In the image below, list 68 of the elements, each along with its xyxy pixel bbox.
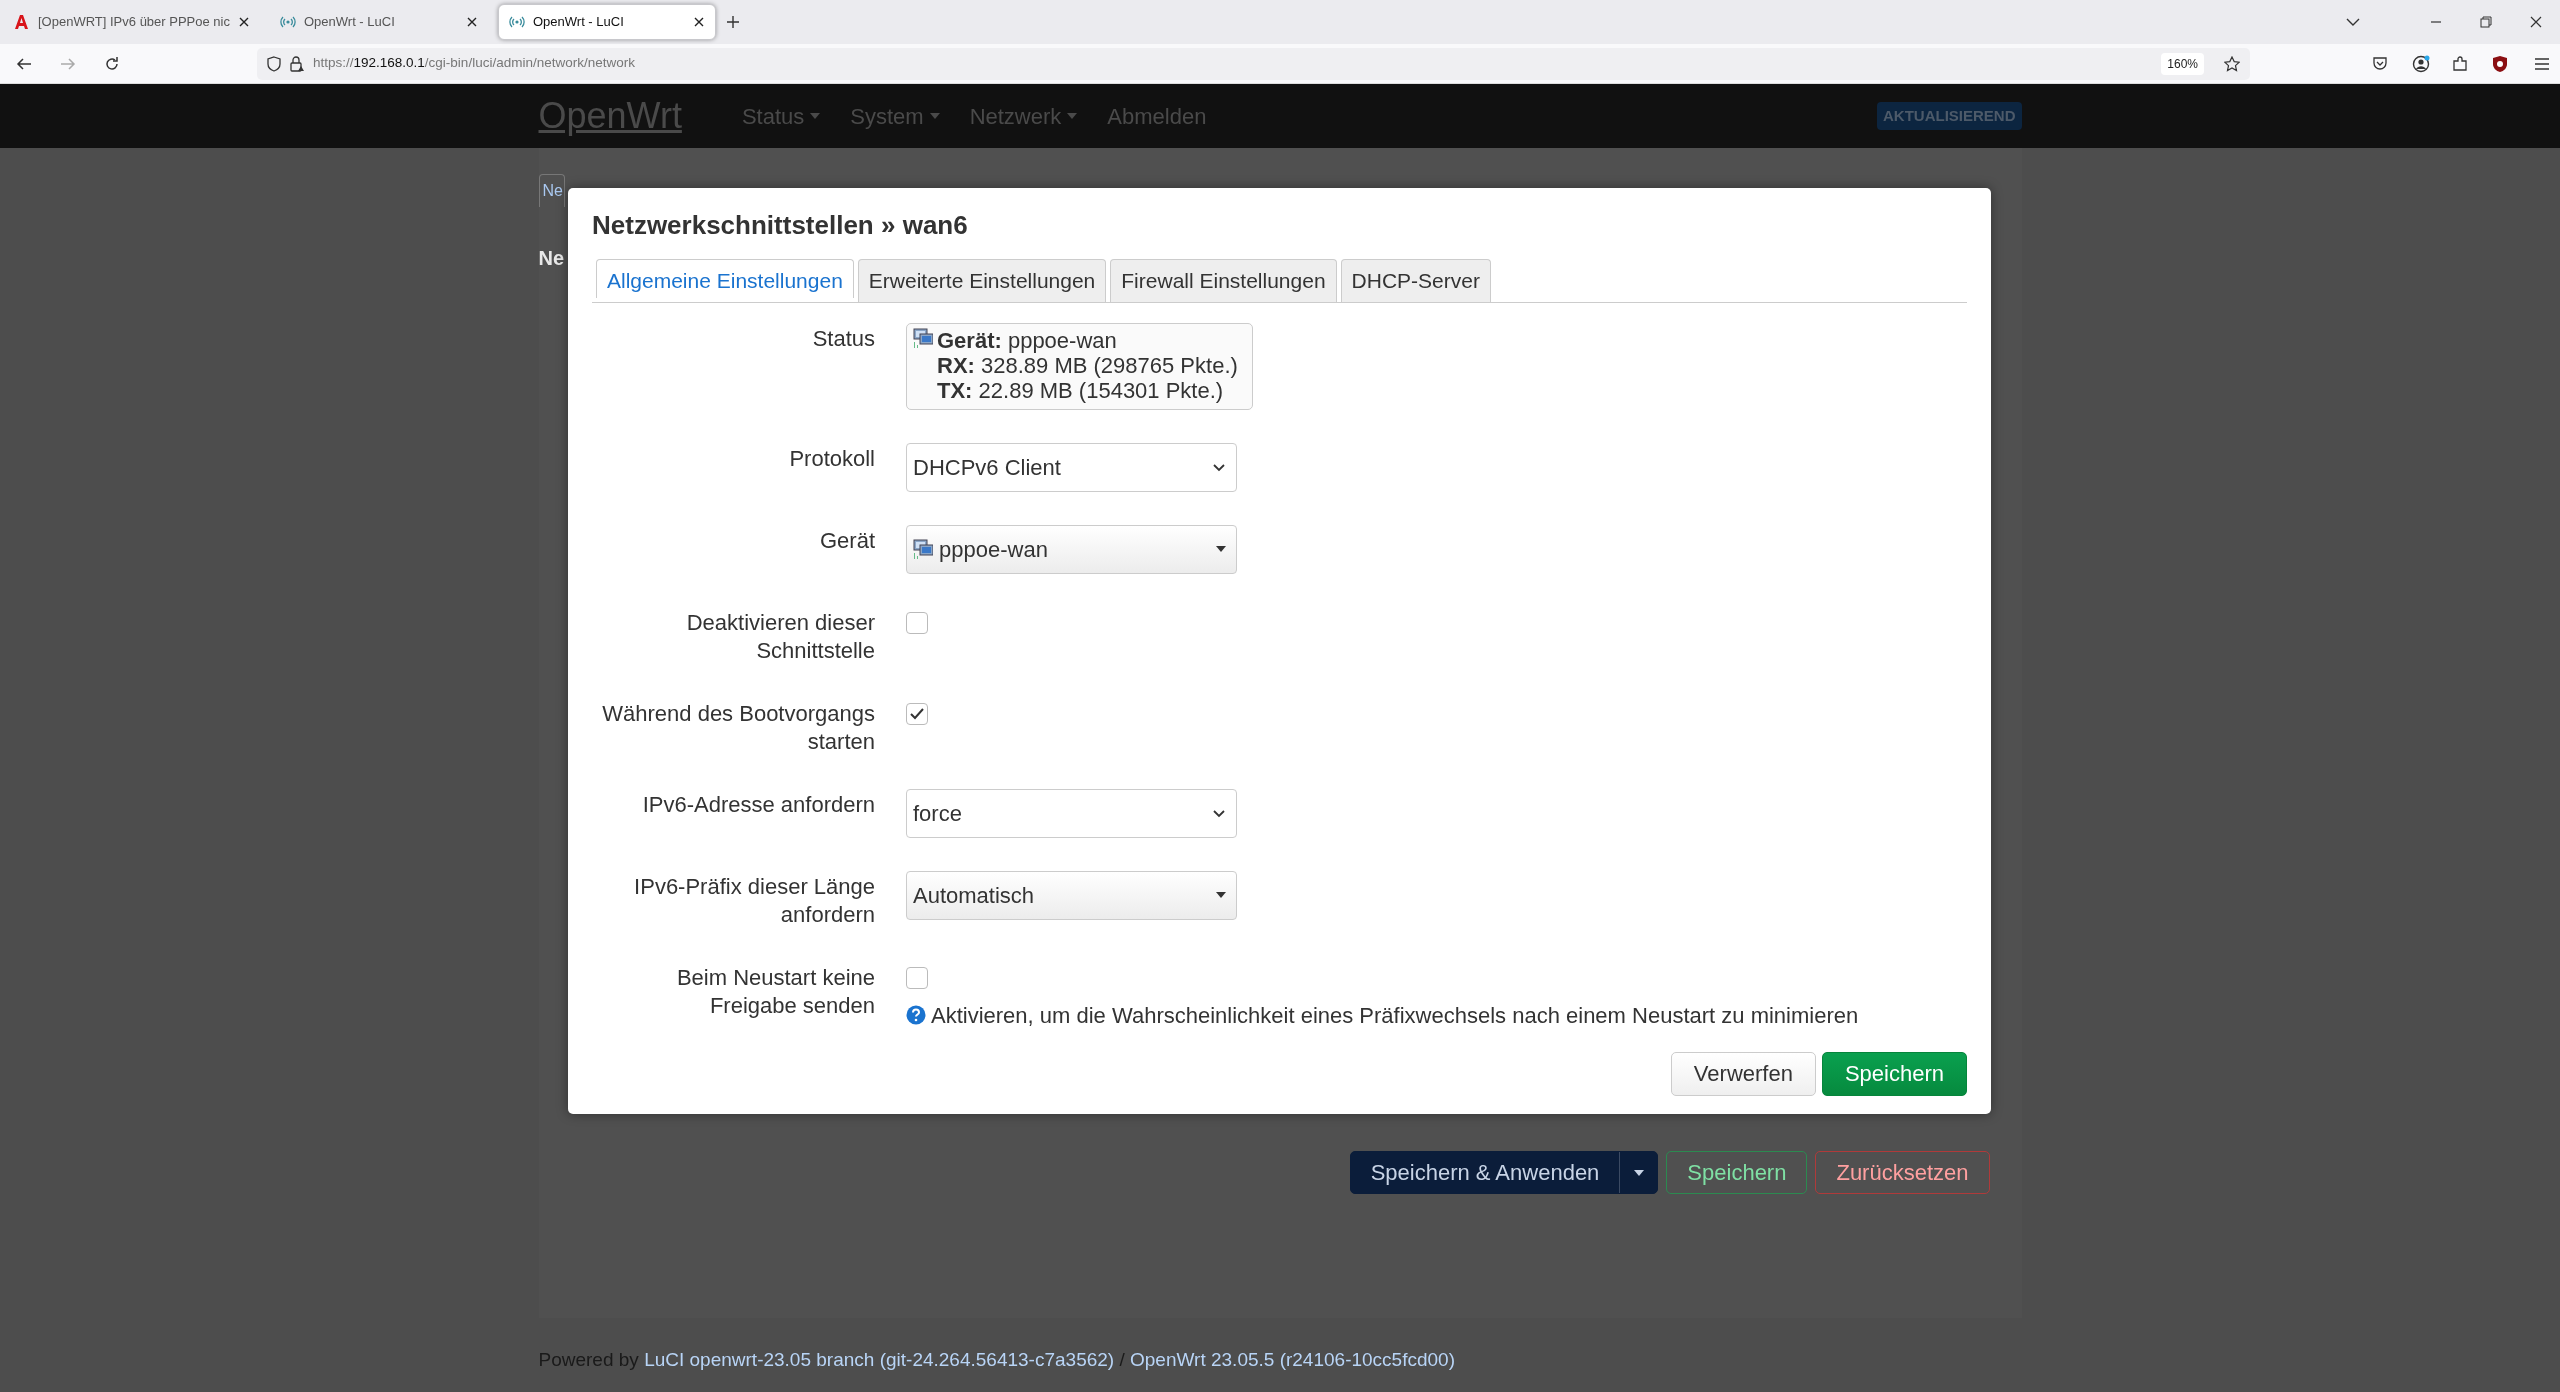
radio-wave-icon bbox=[279, 14, 296, 30]
caret-icon bbox=[1216, 892, 1226, 898]
star-icon[interactable] bbox=[2224, 55, 2240, 72]
caret-icon bbox=[1633, 1169, 1644, 1176]
close-icon[interactable] bbox=[2530, 16, 2542, 28]
field-label: IPv6-Präfix dieser Länge anfordern bbox=[633, 872, 875, 929]
status-line: TX: 22.89 MB (154301 Pkte.) bbox=[937, 377, 1224, 403]
status-line: RX: 328.89 MB (298765 Pkte.) bbox=[937, 352, 1238, 378]
footer-link[interactable]: OpenWrt 23.05.5 (r24106-10cc5fcd00) bbox=[1130, 1349, 1455, 1370]
field-label: Während des Bootvorgangs starten bbox=[601, 699, 875, 756]
reset-button[interactable]: Zurücksetzen bbox=[1815, 1151, 1990, 1194]
lock-icon bbox=[289, 55, 305, 72]
help-text: Aktivieren, um die Wahrscheinlichkeit eines Präfixwechsels nach einem Neustart zu minimieren bbox=[931, 1001, 1859, 1030]
menu-icon[interactable] bbox=[2534, 56, 2550, 71]
settings-tab[interactable]: Allgemeine Einstellungen bbox=[596, 259, 854, 298]
apply-button[interactable]: Speichern & Anwenden bbox=[1349, 1151, 1659, 1194]
close-icon[interactable] bbox=[237, 16, 250, 28]
network-icon bbox=[913, 539, 933, 559]
page-tab[interactable]: Ne bbox=[538, 174, 565, 207]
select-field[interactable]: DHCPv6 Client bbox=[906, 442, 1237, 492]
chevron-down-icon bbox=[1212, 807, 1226, 819]
field-label: IPv6-Adresse anfordern bbox=[641, 790, 875, 819]
checkbox[interactable] bbox=[906, 966, 928, 989]
status-badge: AKTUALISIEREND bbox=[1877, 101, 2022, 131]
field-label: Status bbox=[811, 324, 875, 353]
field-label: Gerät bbox=[818, 526, 875, 555]
chevron-down-icon[interactable] bbox=[2346, 17, 2360, 27]
status-line: Gerät: pppoe-wan bbox=[937, 327, 1118, 353]
shield-icon[interactable] bbox=[2492, 54, 2508, 73]
browser-tab[interactable]: OpenWrt - LuCI bbox=[497, 4, 716, 40]
network-icon bbox=[913, 327, 933, 348]
restore-icon[interactable] bbox=[2480, 16, 2492, 28]
save-button[interactable]: Speichern bbox=[1821, 1051, 1967, 1096]
address-text[interactable]: https://192.168.0.1/cgi-bin/luci/admin/network/network bbox=[313, 53, 635, 74]
browser-tab[interactable]: OpenWrt - LuCI bbox=[269, 4, 488, 40]
caret-icon bbox=[1216, 546, 1226, 552]
field-label: Protokoll bbox=[788, 444, 875, 473]
settings-tab[interactable]: Erweiterte Einstellungen bbox=[857, 259, 1107, 302]
select-field[interactable]: Automatisch bbox=[906, 870, 1237, 920]
chevron-down-icon bbox=[1212, 461, 1226, 473]
plus-icon[interactable] bbox=[725, 15, 740, 29]
checkbox[interactable] bbox=[906, 611, 928, 634]
footer-link[interactable]: LuCI openwrt-23.05 branch (git-24.264.56413-c7a3562) bbox=[644, 1349, 1115, 1370]
field-label: Beim Neustart keine Freigabe senden bbox=[675, 963, 875, 1020]
checkbox[interactable] bbox=[906, 702, 928, 725]
save-button[interactable]: Speichern bbox=[1666, 1151, 1808, 1194]
browser-tab[interactable]: [OpenWRT] IPv6 über PPPoe nic bbox=[4, 4, 260, 40]
settings-tab[interactable]: Firewall Einstellungen bbox=[1110, 259, 1337, 302]
radio-wave-icon bbox=[508, 14, 525, 30]
puzzle-icon[interactable] bbox=[2452, 55, 2468, 72]
reload-icon[interactable] bbox=[104, 55, 120, 72]
logo-icon bbox=[14, 14, 30, 30]
close-icon[interactable] bbox=[692, 16, 705, 28]
field-label: Deaktivieren dieser Schnittstelle bbox=[685, 608, 875, 665]
dialog-title: Netzwerkschnittstellen » wan6 bbox=[592, 209, 969, 242]
settings-tab[interactable]: DHCP-Server bbox=[1340, 259, 1491, 302]
shield-icon bbox=[267, 55, 281, 72]
zoom-level[interactable]: 160% bbox=[2161, 52, 2204, 75]
pocket-icon[interactable] bbox=[2372, 55, 2388, 72]
select-field[interactable]: force bbox=[906, 788, 1237, 838]
discard-button[interactable]: Verwerfen bbox=[1670, 1051, 1816, 1096]
help-icon bbox=[906, 1005, 926, 1025]
close-icon[interactable] bbox=[465, 16, 478, 28]
back-icon[interactable] bbox=[16, 56, 32, 71]
page-heading: Ne bbox=[538, 246, 566, 271]
account-icon[interactable] bbox=[2412, 54, 2430, 73]
device-select[interactable]: pppoe-wan bbox=[906, 524, 1237, 574]
check-icon bbox=[909, 706, 925, 721]
